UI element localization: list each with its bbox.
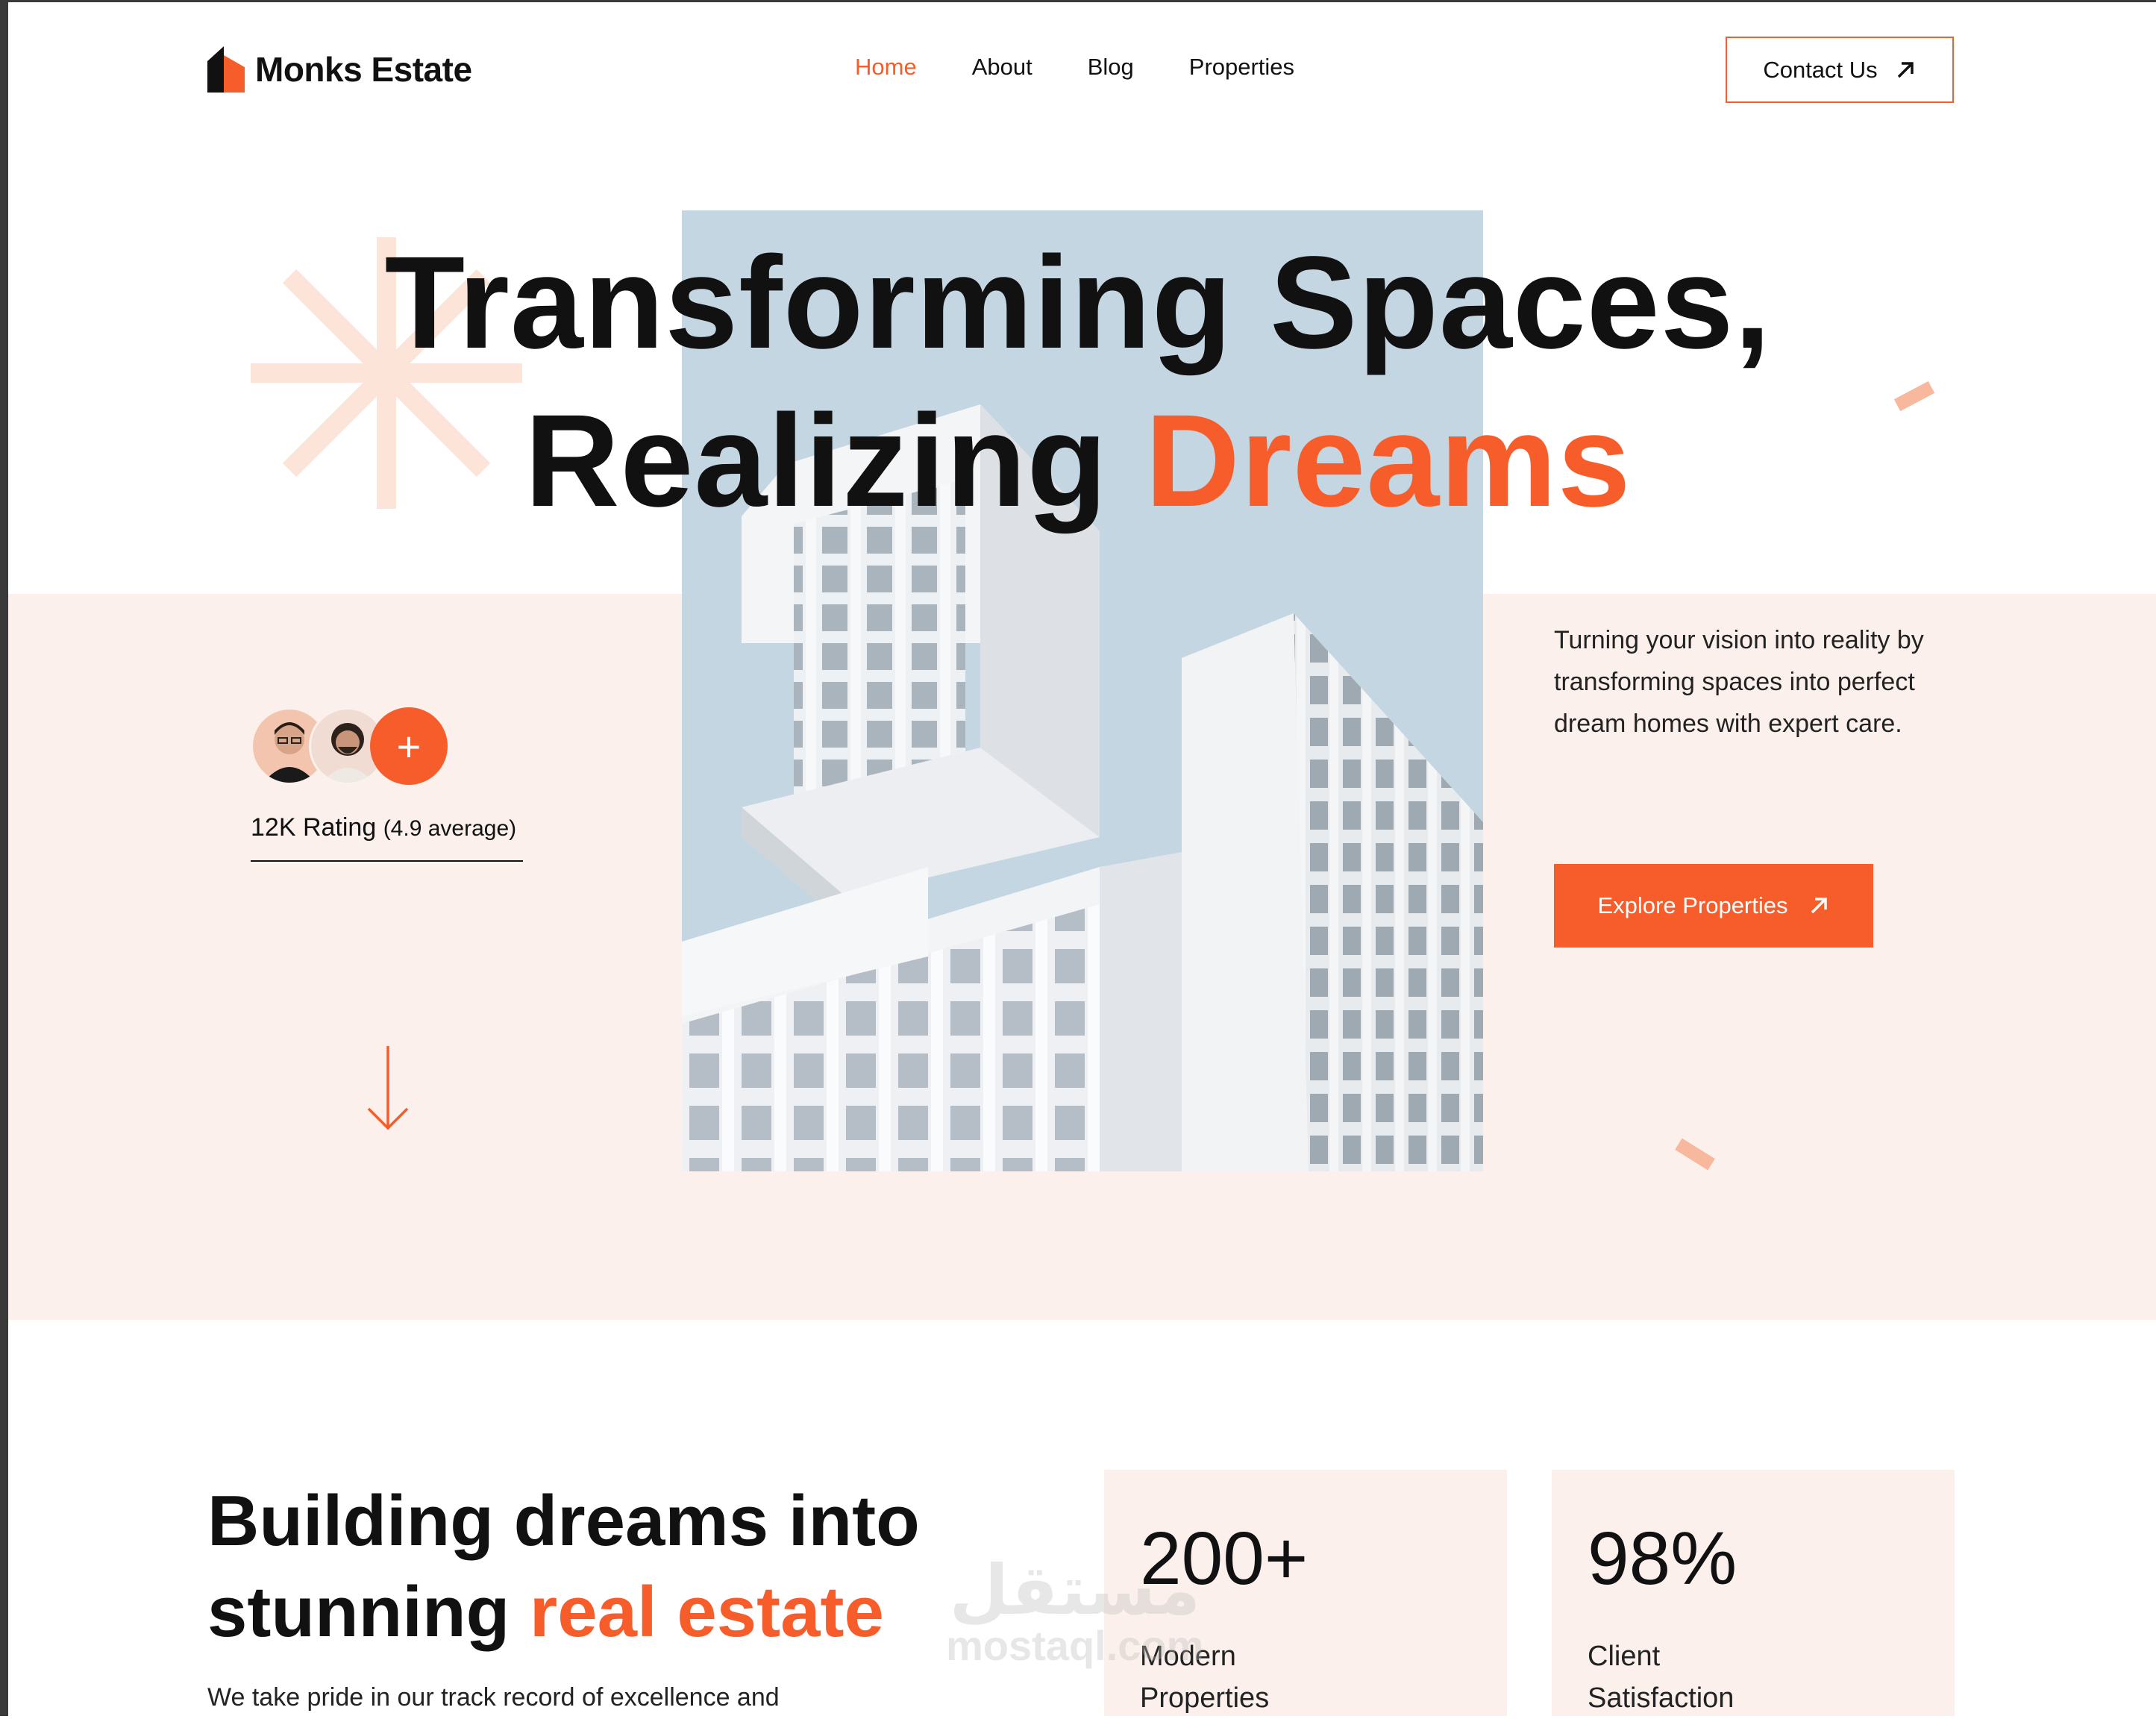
about-title-line2: stunning — [207, 1572, 510, 1652]
brand-logo[interactable]: Monks Estate — [207, 46, 472, 93]
rating-main: 12K Rating — [251, 813, 377, 842]
add-avatar-button[interactable]: + — [370, 707, 448, 785]
contact-us-label: Contact Us — [1763, 56, 1878, 83]
nav-home[interactable]: Home — [855, 54, 917, 81]
main-nav: Home About Blog Properties — [855, 54, 1294, 81]
hero-description: Turning your vision into reality by tran… — [1554, 626, 1924, 738]
about-title-line1: Building dreams into — [207, 1481, 920, 1561]
rating-text: 12K Rating (4.9 average) — [251, 813, 516, 842]
rating-sub: (4.9 average) — [383, 816, 517, 841]
rating-underline — [251, 860, 523, 862]
arrow-up-right-icon — [1897, 61, 1914, 78]
watermark-arabic: مستقل — [949, 1550, 1200, 1630]
brand-name: Monks Estate — [255, 50, 472, 89]
stat-card: 98% Client Satisfaction — [1552, 1470, 1955, 1716]
watermark: مستقل mostaql.com — [946, 1556, 1203, 1667]
arrow-down-icon[interactable] — [364, 1045, 412, 1133]
explore-properties-label: Explore Properties — [1597, 892, 1788, 918]
about-title: Building dreams into stunning real estat… — [207, 1476, 1028, 1658]
stat-value: 98% — [1588, 1517, 1737, 1600]
explore-properties-button[interactable]: Explore Properties — [1554, 864, 1873, 948]
hero-title-accent: Dreams — [1144, 388, 1632, 534]
stat-label: Client Satisfaction — [1588, 1641, 1734, 1714]
arrow-up-right-icon — [1811, 898, 1827, 914]
hero-title-line1: Transforming Spaces, — [384, 230, 1772, 376]
about-title-accent: real estate — [529, 1572, 884, 1652]
about-description: We take pride in our track record of exc… — [207, 1683, 780, 1712]
hero-title-line2: Realizing — [524, 388, 1108, 534]
window-frame-top — [0, 0, 2156, 2]
house-logo-icon — [207, 46, 245, 93]
watermark-latin: mostaql.com — [946, 1622, 1204, 1669]
window-frame-left — [0, 0, 8, 1716]
nav-about[interactable]: About — [972, 54, 1032, 81]
nav-properties[interactable]: Properties — [1189, 54, 1294, 81]
nav-blog[interactable]: Blog — [1088, 54, 1134, 81]
hero-title: Transforming Spaces, Realizing Dreams — [224, 224, 1932, 540]
contact-us-button[interactable]: Contact Us — [1726, 37, 1954, 103]
